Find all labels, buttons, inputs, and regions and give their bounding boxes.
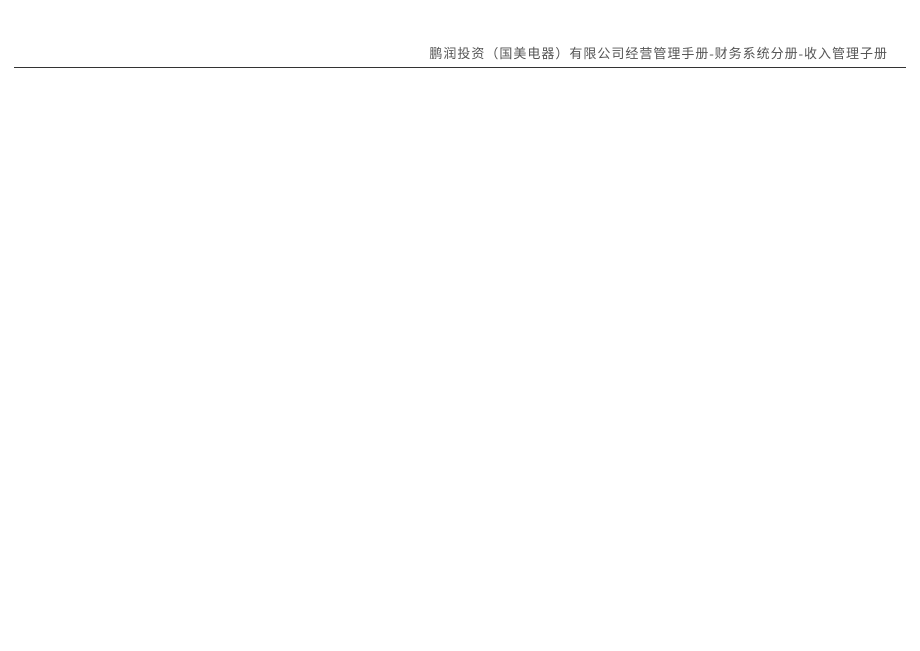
- header-text: 鹏润投资（国美电器）有限公司经营管理手册-财务系统分册-收入管理子册: [429, 46, 888, 61]
- page-header: 鹏润投资（国美电器）有限公司经营管理手册-财务系统分册-收入管理子册: [14, 43, 906, 68]
